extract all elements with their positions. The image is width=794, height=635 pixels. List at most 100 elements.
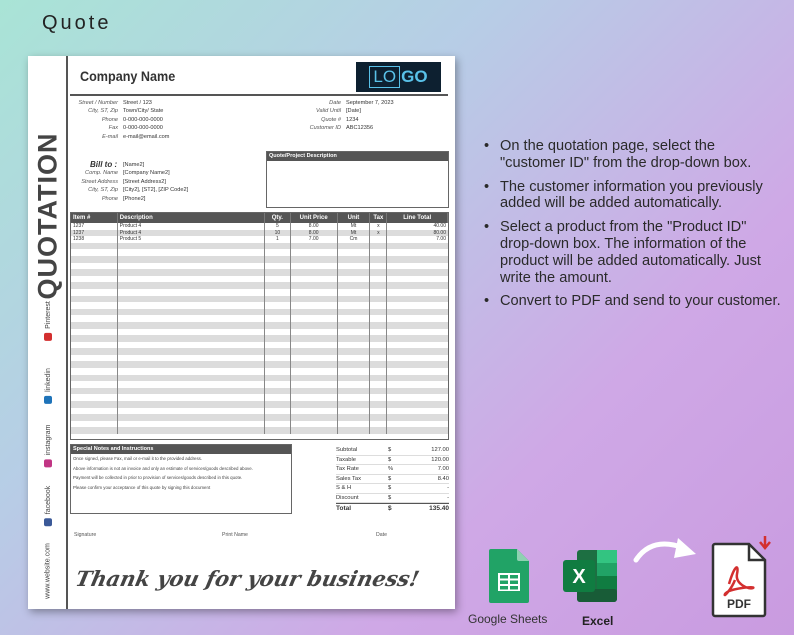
table-row[interactable]: [71, 329, 448, 336]
table-cell[interactable]: [118, 368, 265, 375]
table-cell[interactable]: [265, 322, 291, 329]
table-cell[interactable]: [118, 427, 265, 434]
table-row[interactable]: [71, 256, 448, 263]
table-cell[interactable]: [118, 243, 265, 250]
table-row[interactable]: [71, 263, 448, 270]
table-row[interactable]: [71, 427, 448, 434]
table-cell[interactable]: [265, 276, 291, 283]
table-cell[interactable]: [71, 394, 118, 401]
table-row[interactable]: [71, 243, 448, 250]
table-row[interactable]: [71, 322, 448, 329]
table-cell[interactable]: [71, 282, 118, 289]
table-row[interactable]: [71, 342, 448, 349]
table-cell[interactable]: [71, 322, 118, 329]
table-cell[interactable]: [118, 375, 265, 382]
table-row[interactable]: [71, 361, 448, 368]
table-cell[interactable]: [118, 361, 265, 368]
table-row[interactable]: [71, 309, 448, 316]
table-cell[interactable]: [265, 381, 291, 388]
table-cell[interactable]: [118, 296, 265, 303]
table-row[interactable]: [71, 368, 448, 375]
table-cell[interactable]: [118, 381, 265, 388]
table-cell[interactable]: [265, 256, 291, 263]
table-cell[interactable]: [265, 388, 291, 395]
table-cell[interactable]: [118, 408, 265, 415]
table-cell[interactable]: [118, 309, 265, 316]
table-cell[interactable]: [265, 361, 291, 368]
table-cell[interactable]: [71, 342, 118, 349]
table-row[interactable]: [71, 302, 448, 309]
table-cell[interactable]: [71, 414, 118, 421]
table-cell[interactable]: [118, 282, 265, 289]
table-cell[interactable]: [118, 421, 265, 428]
table-cell[interactable]: [265, 309, 291, 316]
table-cell[interactable]: [71, 243, 118, 250]
table-cell[interactable]: [265, 249, 291, 256]
table-cell[interactable]: [71, 309, 118, 316]
table-cell[interactable]: [71, 335, 118, 342]
table-cell[interactable]: 1237: [71, 230, 118, 237]
table-cell[interactable]: [118, 269, 265, 276]
table-cell[interactable]: [265, 401, 291, 408]
table-cell[interactable]: [265, 375, 291, 382]
table-row[interactable]: [71, 375, 448, 382]
table-cell[interactable]: [118, 355, 265, 362]
table-cell[interactable]: [71, 427, 118, 434]
table-cell[interactable]: [118, 263, 265, 270]
table-cell[interactable]: [71, 329, 118, 336]
table-row[interactable]: [71, 381, 448, 388]
table-cell[interactable]: [118, 401, 265, 408]
table-cell[interactable]: 1237: [71, 223, 118, 230]
table-cell[interactable]: [118, 342, 265, 349]
customer-id-value[interactable]: ABC12356: [341, 124, 373, 132]
table-cell[interactable]: [71, 388, 118, 395]
table-cell[interactable]: [71, 368, 118, 375]
table-cell[interactable]: [118, 388, 265, 395]
table-cell[interactable]: Product 5: [118, 236, 265, 243]
table-cell[interactable]: [265, 282, 291, 289]
table-cell[interactable]: 1: [265, 236, 291, 243]
table-cell[interactable]: [71, 256, 118, 263]
table-cell[interactable]: [71, 289, 118, 296]
table-row[interactable]: [71, 401, 448, 408]
table-row[interactable]: [71, 296, 448, 303]
table-cell[interactable]: [265, 269, 291, 276]
table-cell[interactable]: [118, 414, 265, 421]
table-cell[interactable]: [265, 408, 291, 415]
table-row[interactable]: [71, 348, 448, 355]
table-row[interactable]: [71, 394, 448, 401]
table-row[interactable]: [71, 408, 448, 415]
table-cell[interactable]: [118, 256, 265, 263]
table-cell[interactable]: [265, 263, 291, 270]
table-cell[interactable]: [265, 296, 291, 303]
table-cell[interactable]: [71, 375, 118, 382]
table-cell[interactable]: [71, 269, 118, 276]
table-row[interactable]: [71, 421, 448, 428]
table-cell[interactable]: [118, 335, 265, 342]
table-cell[interactable]: [265, 315, 291, 322]
table-cell[interactable]: 1238: [71, 236, 118, 243]
table-cell[interactable]: [71, 249, 118, 256]
table-cell[interactable]: [71, 401, 118, 408]
table-cell[interactable]: [118, 302, 265, 309]
table-cell[interactable]: [71, 315, 118, 322]
table-cell[interactable]: [265, 355, 291, 362]
table-cell[interactable]: [118, 315, 265, 322]
table-cell[interactable]: [265, 368, 291, 375]
table-cell[interactable]: [71, 408, 118, 415]
table-row[interactable]: [71, 388, 448, 395]
table-cell[interactable]: [71, 302, 118, 309]
table-row[interactable]: [71, 289, 448, 296]
table-cell[interactable]: [265, 243, 291, 250]
table-row[interactable]: [71, 315, 448, 322]
table-cell[interactable]: [265, 342, 291, 349]
table-cell[interactable]: [265, 414, 291, 421]
table-cell[interactable]: [118, 249, 265, 256]
table-cell[interactable]: [265, 421, 291, 428]
table-cell[interactable]: [71, 263, 118, 270]
table-cell[interactable]: [71, 421, 118, 428]
table-cell[interactable]: [265, 289, 291, 296]
table-cell[interactable]: [71, 381, 118, 388]
table-cell[interactable]: Product 4: [118, 230, 265, 237]
table-cell[interactable]: [71, 276, 118, 283]
